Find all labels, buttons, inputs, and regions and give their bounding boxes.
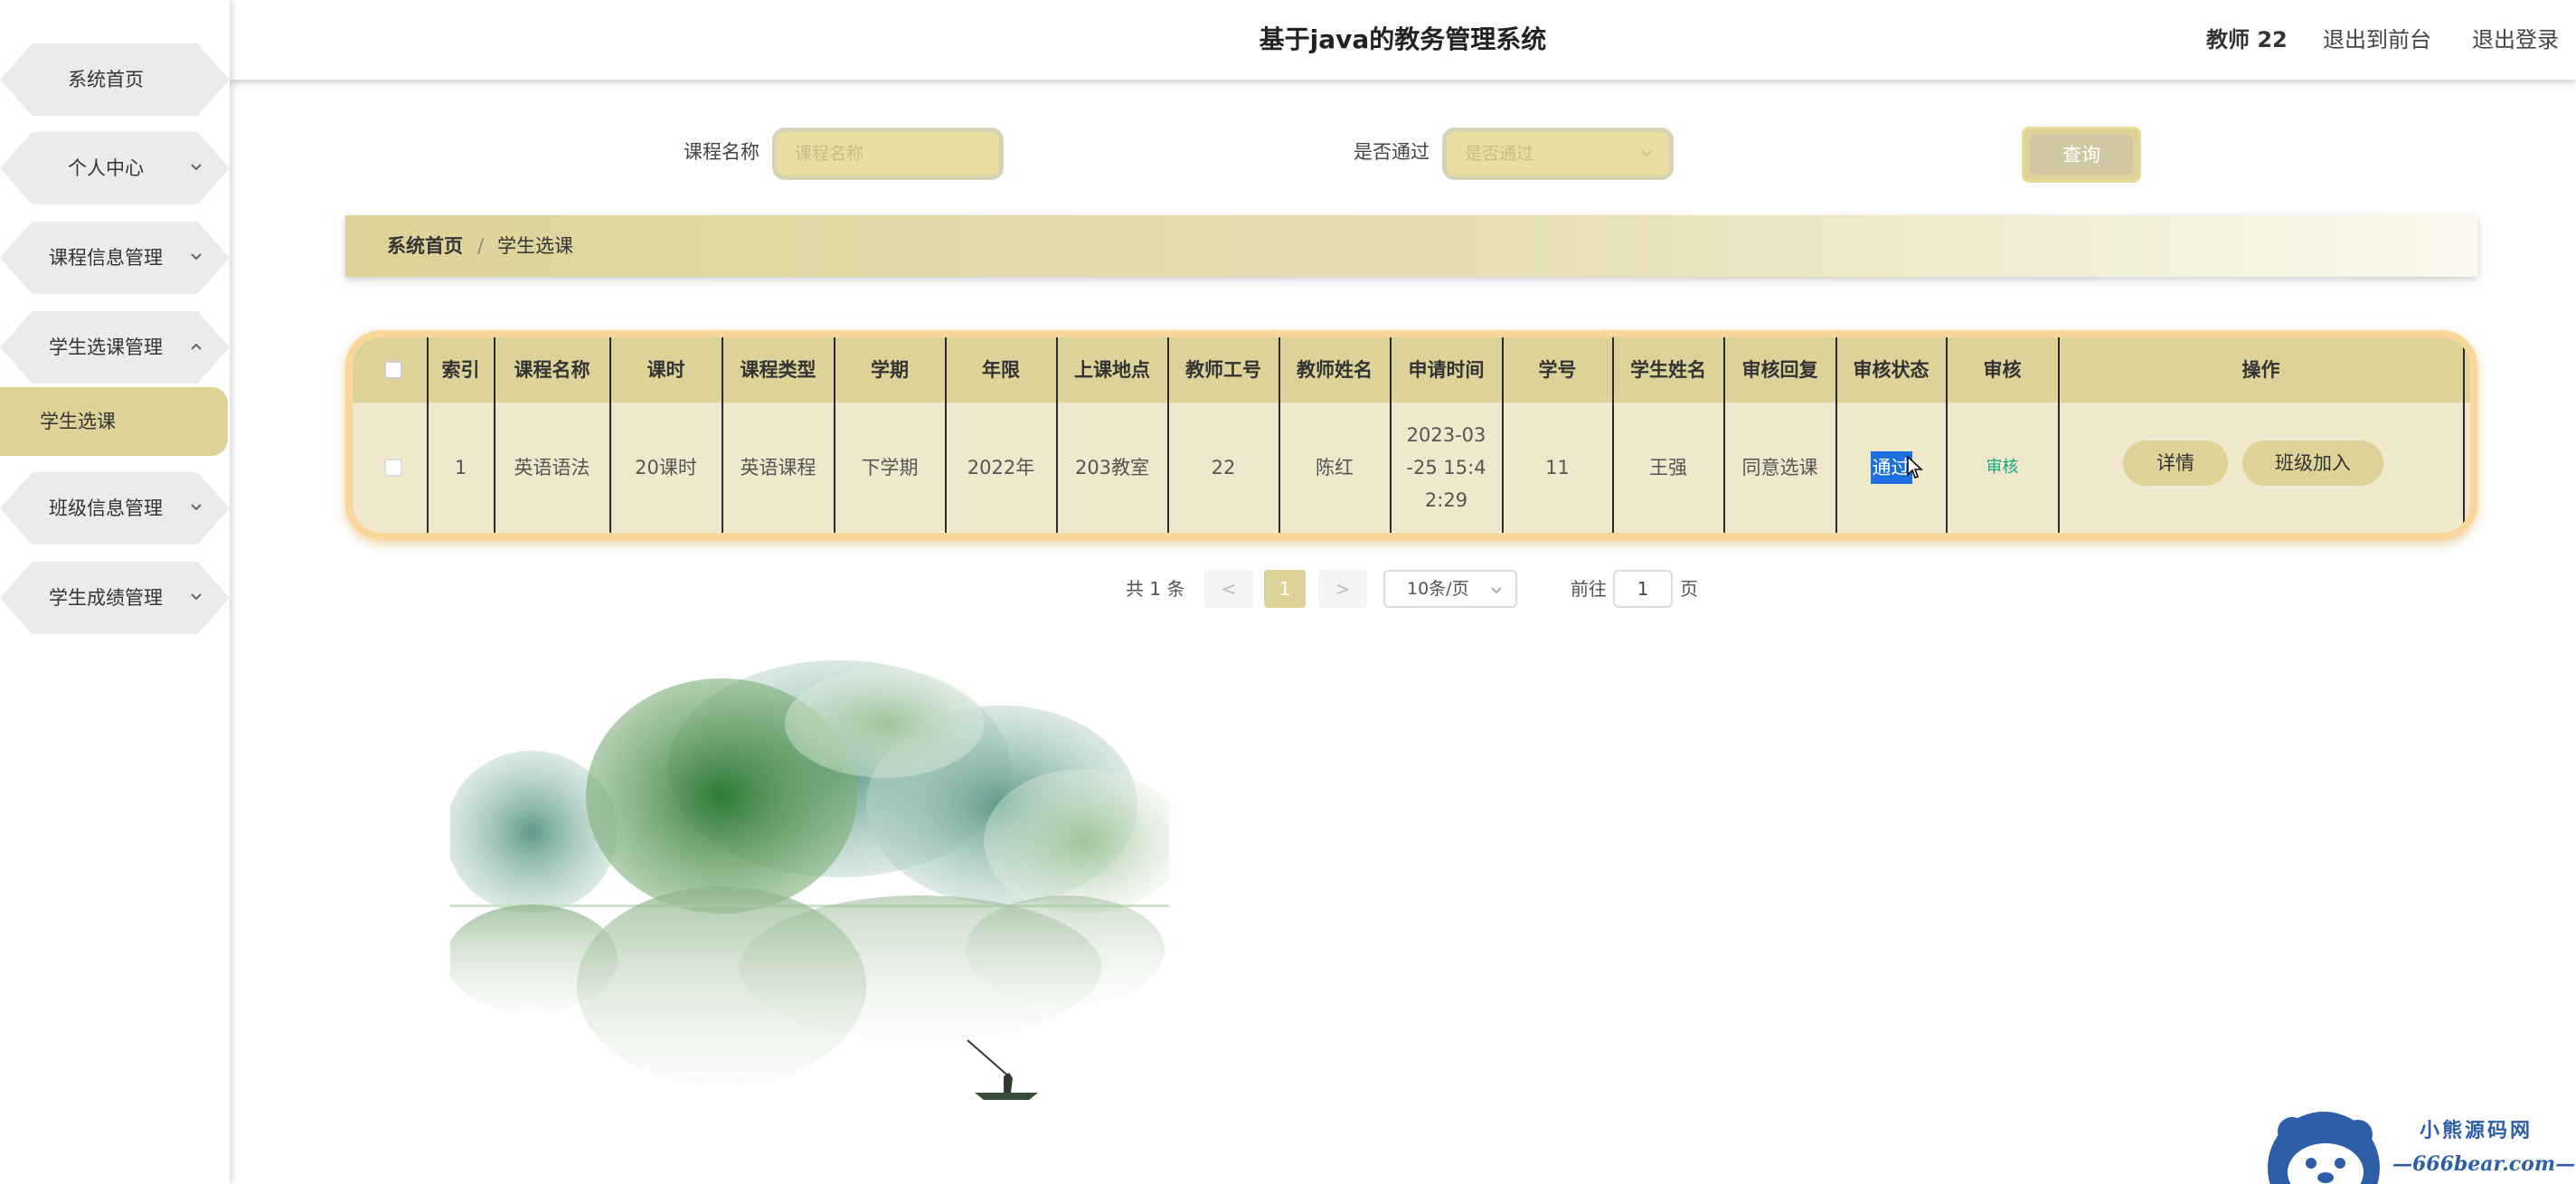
column-header: 教师姓名 [1297,359,1373,381]
detail-button[interactable]: 详情 [2123,440,2228,486]
watermark-cn: 小熊源码网 [2420,1119,2534,1142]
menu-item-label: 个人中心 [68,157,144,179]
sidebar: 系统首页 个人中心 课程信息管理 学生选课管理 学生选课 班级信息管理 学生成绩… [0,0,230,1184]
column-header: 学生姓名 [1630,359,1706,381]
column-header: 审核状态 [1853,359,1930,381]
column-header: 上课地点 [1074,359,1150,381]
menu-item-personal-center[interactable]: 个人中心 [0,132,230,204]
column-header: 教师工号 [1185,359,1261,381]
mouse-cursor-icon [1907,455,1924,479]
column-header: 年限 [982,359,1020,381]
query-button-label: 查询 [2030,135,2133,175]
cell-course-type: 英语课程 [740,457,816,478]
column-header: 学号 [1538,359,1577,381]
column-header: 申请时间 [1408,359,1485,381]
pass-status-placeholder: 是否通过 [1465,144,1534,164]
menu-item-label: 系统首页 [68,69,144,90]
current-user: 教师 22 [2206,27,2288,52]
cell-student-id: 11 [1545,457,1570,478]
cell-teacher-id: 22 [1211,457,1236,478]
cell-course-name: 英语语法 [514,457,590,478]
menu-item-selection-management[interactable]: 学生选课管理 [0,311,230,384]
breadcrumb-current: 学生选课 [497,235,573,257]
next-page-button[interactable]: > [1318,570,1367,608]
apply-time-line: 2023-03 [1406,424,1486,446]
logout-link[interactable]: 退出登录 [2472,0,2559,80]
column-divider [2463,337,2465,533]
chevron-down-icon [191,593,202,601]
apply-time-line: 2:29 [1424,489,1468,511]
row-checkbox[interactable] [384,459,402,477]
sidebar-item-student-selection[interactable]: 学生选课 [0,387,228,456]
menu-item-label: 学生选课管理 [49,336,163,358]
page-size-select[interactable]: 10条/页 [1383,570,1517,608]
select-all-checkbox[interactable] [384,361,402,379]
chevron-down-icon [1641,150,1652,157]
exit-to-front-link[interactable]: 退出到前台 [2323,0,2431,80]
goto-page-input[interactable]: 1 [1613,570,1673,608]
ink-landscape-illustration [450,660,1169,1100]
cell-apply-time: 2023-03 -25 15:4 2:29 [1391,403,1502,533]
menu-item-class-management[interactable]: 班级信息管理 [0,472,230,545]
review-link[interactable]: 审核 [1986,451,2019,484]
cell-year: 2022年 [967,457,1035,478]
top-header: 基于java的教务管理系统 教师 22 退出到前台 退出登录 [230,0,2576,80]
menu-item-course-management[interactable]: 课程信息管理 [0,222,230,294]
column-header: 审核回复 [1741,359,1818,381]
cell-review-status: 通过 [1836,403,1946,533]
pass-status-label: 是否通过 [1354,141,1430,163]
menu-item-grade-management[interactable]: 学生成绩管理 [0,562,230,634]
page-unit-label: 页 [1680,578,1698,600]
menu-item-home[interactable]: 系统首页 [0,43,230,116]
goto-label: 前往 [1571,578,1607,600]
chevron-down-icon [191,504,202,511]
course-name-input[interactable]: 课程名称 [772,128,1004,180]
cell-index: 1 [454,457,467,478]
pass-status-select[interactable]: 是否通过 [1442,128,1674,180]
column-header: 课时 [646,359,685,381]
menu-item-label: 课程信息管理 [49,247,163,269]
query-button[interactable]: 查询 [2022,127,2141,183]
menu-item-label: 班级信息管理 [49,497,163,519]
page-number-current[interactable]: 1 [1264,570,1306,608]
chevron-down-icon [191,164,202,171]
cell-student-name: 王强 [1649,457,1687,478]
cell-term: 下学期 [861,457,919,478]
breadcrumb-home[interactable]: 系统首页 [387,215,463,277]
chevron-down-icon [191,253,202,260]
column-header: 审核 [1983,359,2022,381]
selection-table: 索引 课程名称 课时 课程类型 学期 年限 上课地点 教师工号 教师姓名 申请时… [345,330,2477,540]
column-header: 操作 [2241,359,2280,381]
menu-item-label: 学生成绩管理 [49,587,163,609]
cell-hours: 20课时 [635,457,697,478]
chevron-up-icon [191,343,202,350]
breadcrumb-separator: / [477,235,485,257]
column-header: 课程类型 [740,359,816,381]
column-header: 索引 [441,359,480,381]
join-class-button[interactable]: 班级加入 [2242,440,2383,486]
cell-review-reply: 同意选课 [1741,457,1818,478]
cell-place: 203教室 [1074,457,1150,478]
watermark-en: —666bear.com— [2392,1152,2576,1176]
course-name-placeholder: 课程名称 [795,144,864,164]
page-size-value: 10条/页 [1407,579,1469,599]
chevron-down-icon [1491,587,1502,594]
cell-review: 审核 [1947,403,2058,533]
prev-page-button[interactable]: < [1204,570,1253,608]
apply-time-line: -25 15:4 [1406,457,1486,478]
course-name-label: 课程名称 [684,141,760,163]
breadcrumb: 系统首页 / 学生选课 [345,215,2477,277]
pagination-total: 共 1 条 [1126,578,1185,600]
cell-teacher-name: 陈红 [1316,457,1354,478]
column-header: 学期 [871,359,909,381]
column-header: 课程名称 [514,359,590,381]
sidebar-item-label: 学生选课 [40,411,116,432]
